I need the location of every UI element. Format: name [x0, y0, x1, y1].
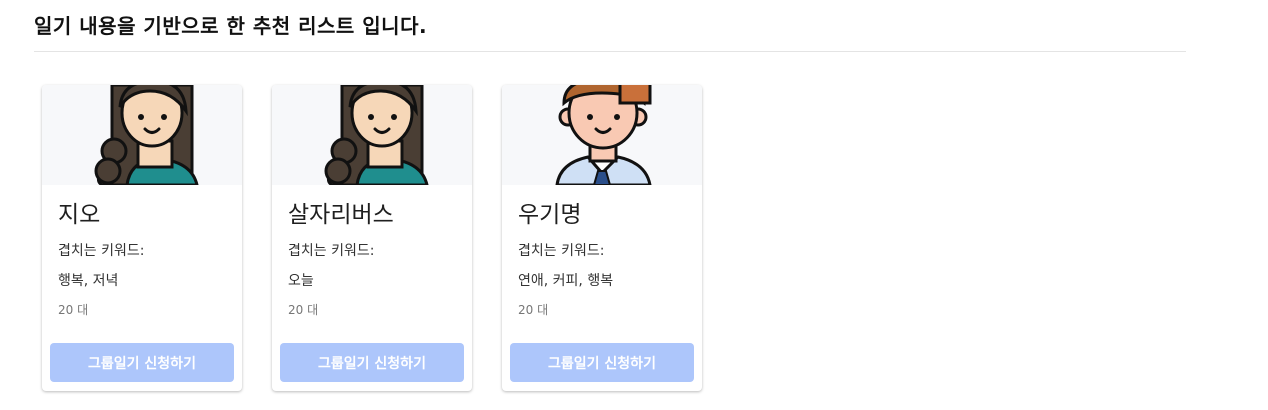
keywords-values: 연애, 커피, 행복 — [518, 273, 614, 289]
age-text: 20 대 — [518, 303, 549, 317]
card-body: 우기명 겹치는 키워드: 연애, 커피, 행복 20 대 — [502, 185, 702, 319]
card-media — [272, 85, 472, 185]
keywords-values: 행복, 저녁 — [58, 273, 119, 289]
age-text: 20 대 — [58, 303, 89, 317]
title-divider — [34, 51, 1186, 52]
boy-avatar-icon — [555, 85, 652, 185]
user-name: 살자리버스 — [288, 202, 394, 228]
recommendation-card-list: 지오 겹치는 키워드: 행복, 저녁 20 대 그룹일기 신청하기 살자리버스 … — [42, 85, 702, 391]
age-text: 20 대 — [288, 303, 319, 317]
recommendation-card: 우기명 겹치는 키워드: 연애, 커피, 행복 20 대 그룹일기 신청하기 — [502, 85, 702, 391]
apply-group-diary-button[interactable]: 그룹일기 신청하기 — [50, 343, 234, 382]
apply-group-diary-button[interactable]: 그룹일기 신청하기 — [510, 343, 694, 382]
page-title: 일기 내용을 기반으로 한 추천 리스트 입니다. — [34, 14, 428, 38]
keywords-label: 겹치는 키워드: — [518, 243, 605, 259]
keywords-values: 오늘 — [288, 273, 314, 289]
card-body: 살자리버스 겹치는 키워드: 오늘 20 대 — [272, 185, 472, 319]
recommendation-card: 지오 겹치는 키워드: 행복, 저녁 20 대 그룹일기 신청하기 — [42, 85, 242, 391]
user-name: 우기명 — [518, 202, 582, 228]
keywords-label: 겹치는 키워드: — [58, 243, 145, 259]
recommendation-card: 살자리버스 겹치는 키워드: 오늘 20 대 그룹일기 신청하기 — [272, 85, 472, 391]
card-body: 지오 겹치는 키워드: 행복, 저녁 20 대 — [42, 185, 242, 319]
recommendation-page: 일기 내용을 기반으로 한 추천 리스트 입니다. 지오 겹치는 키워드: 행복… — [0, 0, 1268, 410]
user-name: 지오 — [58, 202, 101, 228]
card-media — [502, 85, 702, 185]
girl-avatar-icon — [94, 85, 199, 185]
card-media — [42, 85, 242, 185]
keywords-label: 겹치는 키워드: — [288, 243, 375, 259]
apply-group-diary-button[interactable]: 그룹일기 신청하기 — [280, 343, 464, 382]
girl-avatar-icon — [324, 85, 429, 185]
